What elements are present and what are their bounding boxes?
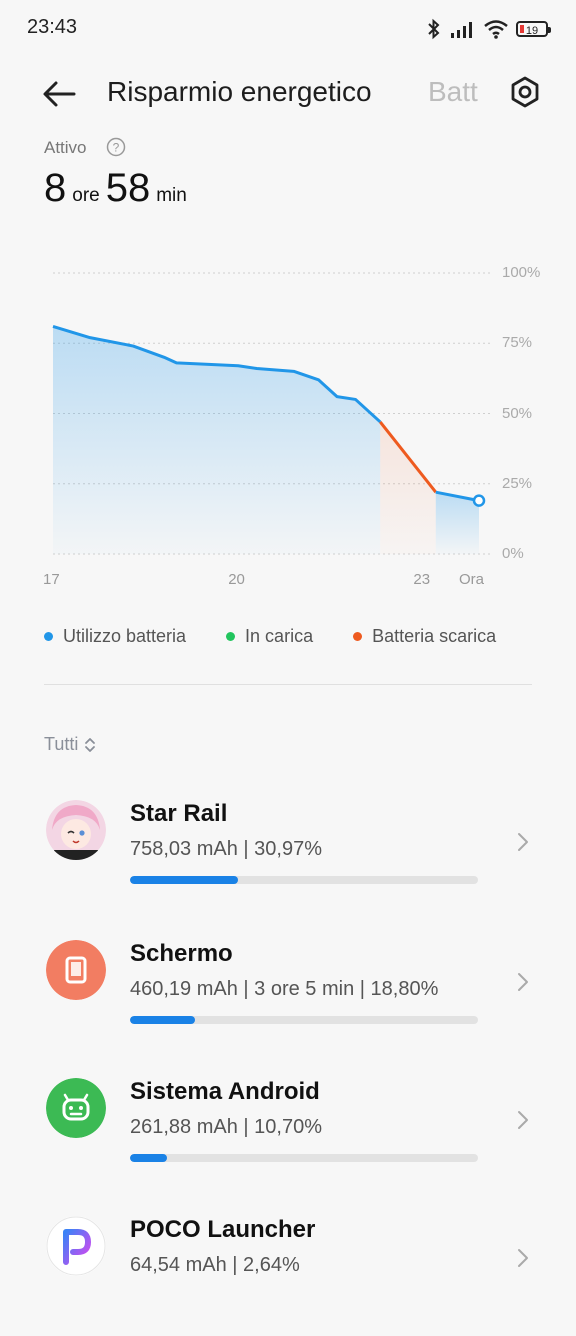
active-hours: 8 [44,166,67,210]
x-tick-label: 17 [43,571,60,588]
screen-icon [46,940,106,1000]
legend-dot-low-battery [353,632,363,641]
legend-label-low-battery: Batteria scarica [372,626,497,646]
page-title: Risparmio energetico [107,76,372,107]
minutes-unit: min [156,185,187,206]
android-icon [46,1078,106,1138]
active-minutes: 58 [105,166,151,210]
gear-icon [511,76,539,108]
tab-battery[interactable]: Batt [428,76,486,108]
y-tick-label: 50% [502,404,533,422]
filter-label: Tutti [44,734,79,754]
back-arrow-icon [43,81,76,107]
battery-chart: 100% 75% 50% 25% 0% 17 20 23 Ora [0,250,576,590]
active-time: 8 ore 58 min [44,166,193,211]
app-row-poco-launcher[interactable]: POCO Launcher 64,54 mAh | 2,64% [0,1216,576,1336]
usage-bar [130,876,478,884]
app-row-screen[interactable]: Schermo 460,19 mAh | 3 ore 5 min | 18,80… [0,940,576,1060]
usage-bar-fill [130,1016,196,1024]
app-stats: 64,54 mAh | 2,64% [130,1254,300,1276]
y-tick-label: 75% [502,334,533,352]
star-rail-icon [46,800,106,860]
app-stats: 460,19 mAh | 3 ore 5 min | 18,80% [130,978,439,1000]
active-label: Attivo [44,138,87,157]
usage-bar [130,1154,478,1162]
app-name: POCO Launcher [130,1216,316,1243]
legend-item-usage: Utilizzo batteria [44,626,186,647]
x-tick-label: Ora [459,571,485,588]
help-icon[interactable]: ? [106,137,126,157]
x-tick-label: 20 [228,571,245,588]
legend-dot-usage [44,632,53,641]
signal-icon [451,22,472,38]
chevron-right-icon [518,1249,528,1267]
sort-chevron-icon [85,737,96,752]
app-row-star-rail[interactable]: Star Rail 758,03 mAh | 30,97% [0,800,576,920]
battery-chart-svg [52,272,490,555]
chart-legend: Utilizzo batteria In carica Batteria sca… [44,626,496,647]
y-tick-label: 100% [502,264,541,281]
current-point-marker [472,494,486,507]
legend-dot-charging [226,632,236,641]
wifi-icon [484,20,508,39]
legend-label-usage: Utilizzo batteria [63,626,187,646]
poco-launcher-icon [46,1216,106,1276]
app-stats: 261,88 mAh | 10,70% [130,1116,322,1138]
filter-dropdown[interactable]: Tutti [44,734,98,755]
back-button[interactable] [38,72,82,116]
usage-bar-fill [130,1154,168,1162]
bluetooth-icon [428,18,440,40]
legend-label-charging: In carica [245,626,314,646]
app-name: Star Rail [130,800,228,827]
chevron-right-icon [518,1111,528,1129]
battery-icon: 19 [516,21,551,37]
settings-button[interactable] [505,72,545,112]
app-row-android-system[interactable]: Sistema Android 261,88 mAh | 10,70% [0,1078,576,1198]
app-stats: 758,03 mAh | 30,97% [130,838,322,860]
svg-text:?: ? [113,141,120,155]
y-tick-label: 25% [502,474,533,492]
chevron-right-icon [518,833,528,851]
y-tick-label: 0% [502,545,524,562]
legend-item-charging: In carica [226,626,313,647]
series-area [435,492,479,554]
legend-item-low-battery: Batteria scarica [353,626,496,647]
app-name: Schermo [130,940,233,967]
usage-bar [130,1016,478,1024]
divider [44,684,532,685]
chevron-right-icon [518,973,528,991]
x-tick-label: 23 [413,571,431,588]
series-area [380,421,436,554]
usage-bar-fill [130,876,238,884]
series-area [53,326,381,554]
battery-level: 19 [525,25,539,37]
hours-unit: ore [72,185,100,206]
app-name: Sistema Android [130,1078,320,1105]
status-icons: 19 [426,16,551,42]
status-time: 23:43 [27,16,78,38]
